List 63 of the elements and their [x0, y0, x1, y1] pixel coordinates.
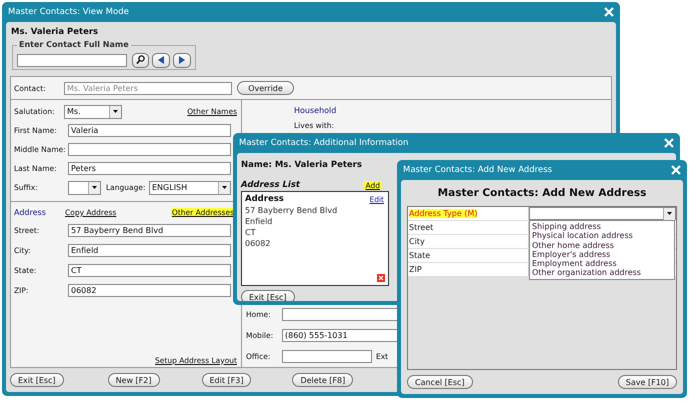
phone-field[interactable] — [282, 350, 372, 363]
address-line: Enfield — [245, 216, 274, 227]
text-field[interactable]: CT — [68, 264, 231, 276]
window-title: Master Contacts: Additional Information — [239, 138, 408, 148]
form-label: ZIP — [409, 265, 422, 274]
dropdown-option[interactable]: Other organization address — [530, 268, 674, 278]
text-field[interactable]: Enfield — [68, 244, 231, 256]
address-list-title: Address List — [241, 180, 300, 190]
next-button[interactable] — [173, 52, 192, 68]
text-field[interactable] — [68, 143, 231, 156]
phone-field[interactable] — [282, 308, 400, 321]
address-heading: Address — [245, 194, 284, 204]
text-field[interactable]: 57 Bayberry Bend Blvd — [68, 224, 231, 236]
search-icon — [136, 55, 146, 65]
text-field[interactable]: Peters — [68, 162, 231, 175]
search-button[interactable] — [132, 52, 150, 68]
address-line: CT — [245, 227, 256, 238]
address-line: 57 Bayberry Bend Blvd — [245, 205, 338, 216]
address-type-select[interactable] — [529, 207, 676, 220]
close-icon[interactable] — [664, 138, 674, 148]
dialog-heading: Master Contacts: Add New Address — [438, 186, 646, 198]
delete-icon[interactable] — [377, 274, 385, 282]
footer-button[interactable]: New [F2] — [108, 373, 160, 387]
text-field[interactable]: Valeria — [68, 124, 231, 137]
section-heading: Address — [14, 208, 46, 216]
footer-button[interactable]: Exit [Esc] — [10, 373, 64, 387]
form-label: State — [409, 251, 430, 260]
dialog-button[interactable]: Cancel [Esc] — [407, 375, 473, 389]
caret-icon — [667, 212, 672, 215]
name-line: Name: Ms. Valeria Peters — [241, 160, 362, 170]
window-title: Master Contacts: Add New Address — [403, 165, 552, 175]
phone-field[interactable]: (860) 555-1031 — [282, 329, 400, 342]
form-label: Street — [409, 223, 434, 232]
dropdown-option[interactable]: Employment address — [530, 259, 674, 268]
name-input[interactable] — [17, 54, 127, 66]
close-icon[interactable] — [671, 165, 681, 175]
dialog-button[interactable]: Save [F10] — [618, 375, 677, 389]
address-line: 06082 — [245, 238, 272, 249]
suffix-select[interactable] — [68, 180, 101, 194]
contact-field: Ms. Valeria Peters — [64, 82, 232, 94]
dropdown-option[interactable]: Physical location address — [530, 231, 674, 241]
close-icon[interactable] — [604, 7, 614, 17]
window-title: Master Contacts: View Mode — [8, 7, 129, 17]
dropdown-option[interactable]: Employer's address — [530, 250, 674, 260]
caret-icon — [92, 186, 97, 189]
form-label: Address Type (M) — [409, 209, 478, 218]
footer-button[interactable]: Edit [F3] — [202, 373, 252, 387]
dropdown-option[interactable]: Other home address — [530, 240, 674, 250]
text-field[interactable]: 06082 — [68, 284, 231, 296]
right-triangle-icon — [179, 56, 186, 64]
caret-icon — [222, 186, 227, 189]
exit-button[interactable]: Exit [Esc] — [241, 290, 295, 301]
form-label: City — [409, 237, 425, 246]
salutation-select[interactable]: Ms. — [64, 104, 122, 118]
contact-heading: Ms. Valeria Peters — [11, 27, 98, 37]
section-heading: Household — [294, 106, 336, 115]
search-legend: Enter Contact Full Name — [17, 40, 131, 49]
footer-button[interactable]: Delete [F8] — [292, 373, 354, 387]
dropdown-option[interactable]: Shipping address — [530, 222, 674, 232]
left-triangle-icon — [158, 56, 164, 64]
language-select[interactable]: ENGLISH — [149, 180, 231, 194]
caret-icon — [113, 110, 118, 113]
previous-button[interactable] — [152, 52, 170, 68]
